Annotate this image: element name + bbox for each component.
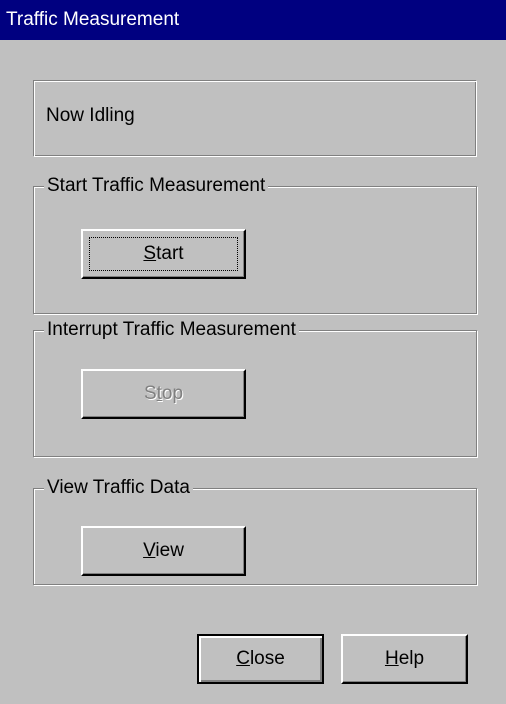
view-button[interactable]: View — [81, 526, 246, 576]
stop-button-label: Stop — [143, 383, 184, 404]
title-bar[interactable]: Traffic Measurement — [0, 0, 506, 40]
traffic-measurement-dialog: Traffic Measurement Now Idling Start Tra… — [0, 0, 506, 704]
view-group-label: View Traffic Data — [44, 477, 193, 499]
interrupt-measurement-group: Interrupt Traffic Measurement Stop — [33, 319, 477, 457]
status-panel: Now Idling — [33, 80, 477, 157]
close-button-label: Close — [236, 648, 285, 669]
interrupt-group-label: Interrupt Traffic Measurement — [44, 319, 299, 341]
status-text: Now Idling — [46, 105, 135, 126]
view-data-group: View Traffic Data View — [33, 477, 477, 585]
help-button[interactable]: Help — [341, 634, 468, 684]
stop-button[interactable]: Stop — [81, 369, 246, 419]
window-title: Traffic Measurement — [6, 9, 180, 30]
view-button-label: View — [143, 540, 184, 561]
start-measurement-group: Start Traffic Measurement Start — [33, 175, 477, 314]
start-button-label: Start — [143, 243, 184, 264]
help-button-label: Help — [384, 648, 425, 669]
close-button[interactable]: Close — [197, 634, 324, 684]
start-group-label: Start Traffic Measurement — [44, 175, 269, 197]
start-button[interactable]: Start — [81, 229, 246, 279]
